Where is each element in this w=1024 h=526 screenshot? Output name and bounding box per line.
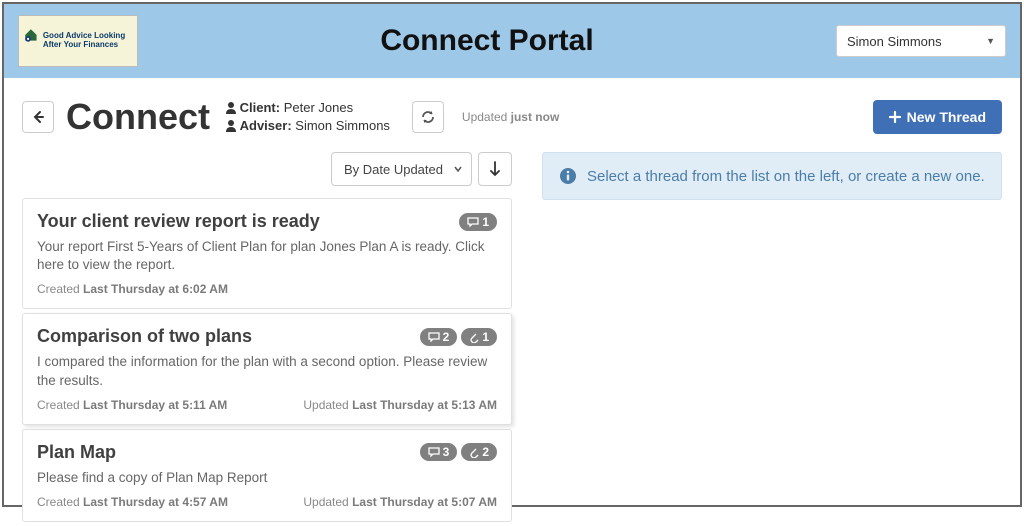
thread-body: Please find a copy of Plan Map Report: [37, 469, 497, 487]
logo-text: Good Advice Looking After Your Finances: [43, 32, 133, 50]
thread-title: Your client review report is ready: [37, 211, 320, 232]
speech-bubble-icon: [428, 332, 440, 342]
thread-updated: Updated Last Thursday at 5:07 AM: [303, 495, 497, 509]
updated-value: just now: [511, 110, 560, 124]
speech-bubble-icon: [467, 217, 479, 227]
client-name: Peter Jones: [284, 100, 353, 115]
attachment-badge: 1: [461, 328, 497, 346]
empty-state: Select a thread from the list on the lef…: [542, 152, 1002, 200]
adviser-label: Adviser:: [240, 118, 292, 133]
plus-icon: [889, 111, 901, 123]
logo: Good Advice Looking After Your Finances: [18, 15, 138, 67]
thread-updated: Updated Last Thursday at 5:13 AM: [303, 398, 497, 412]
person-icon: [226, 102, 236, 114]
thread-created: Created Last Thursday at 5:11 AM: [37, 398, 227, 412]
thread-item[interactable]: Comparison of two plans 21 I compared th…: [22, 313, 512, 424]
sort-label: By Date Updated: [344, 162, 443, 177]
thread-created: Created Last Thursday at 6:02 AM: [37, 282, 228, 296]
thread-title: Comparison of two plans: [37, 326, 252, 347]
user-dropdown-label: Simon Simmons: [847, 34, 942, 49]
info-icon: [559, 167, 577, 185]
top-bar: Good Advice Looking After Your Finances …: [4, 4, 1020, 78]
refresh-icon: [420, 109, 436, 125]
speech-bubble-icon: [428, 447, 440, 457]
arrow-down-icon: [490, 161, 500, 177]
client-adviser-block: Client: Peter Jones Adviser: Simon Simmo…: [226, 99, 390, 135]
person-icon: [226, 120, 236, 132]
thread-item[interactable]: Your client review report is ready 1 You…: [22, 198, 512, 309]
back-button[interactable]: [22, 101, 54, 133]
sort-direction-button[interactable]: [478, 152, 512, 186]
user-dropdown[interactable]: Simon Simmons ▼: [836, 25, 1006, 57]
comment-badge: 3: [420, 443, 458, 461]
arrow-left-icon: [31, 110, 45, 124]
updated-prefix: Updated: [462, 110, 507, 124]
comment-badge: 1: [459, 213, 497, 231]
paperclip-icon: [469, 331, 479, 343]
adviser-name: Simon Simmons: [295, 118, 390, 133]
thread-item[interactable]: Plan Map 32 Please find a copy of Plan M…: [22, 429, 512, 522]
paperclip-icon: [469, 446, 479, 458]
thread-created: Created Last Thursday at 4:57 AM: [37, 495, 228, 509]
client-label: Client:: [240, 100, 280, 115]
refresh-button[interactable]: [412, 101, 444, 133]
updated-status: Updated just now: [462, 110, 559, 124]
empty-state-text: Select a thread from the list on the lef…: [587, 168, 985, 185]
logo-badge-icon: [23, 27, 39, 55]
portal-title: Connect Portal: [138, 24, 836, 58]
new-thread-button[interactable]: New Thread: [873, 100, 1002, 134]
new-thread-label: New Thread: [907, 109, 986, 125]
thread-body: I compared the information for the plan …: [37, 353, 497, 389]
page-title: Connect: [66, 96, 210, 138]
sort-dropdown[interactable]: By Date Updated: [331, 152, 472, 186]
thread-title: Plan Map: [37, 442, 116, 463]
comment-badge: 2: [420, 328, 458, 346]
attachment-badge: 2: [461, 443, 497, 461]
chevron-down-icon: [453, 164, 463, 174]
thread-body: Your report First 5-Years of Client Plan…: [37, 238, 497, 274]
caret-down-icon: ▼: [986, 36, 995, 46]
